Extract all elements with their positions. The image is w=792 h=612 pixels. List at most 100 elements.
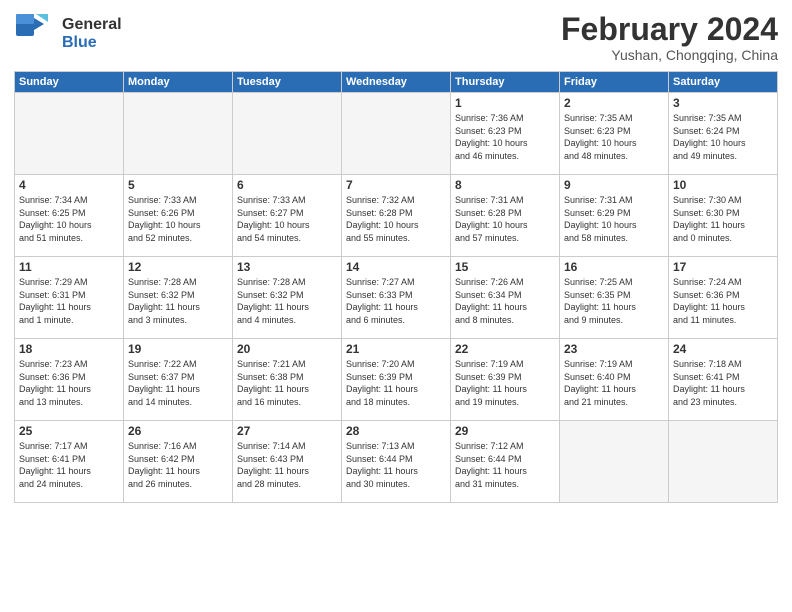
day-number: 28 bbox=[346, 424, 446, 438]
calendar-day-cell: 18 Sunrise: 7:23 AM Sunset: 6:36 PM Dayli… bbox=[15, 339, 124, 421]
calendar-day-cell: 28 Sunrise: 7:13 AM Sunset: 6:44 PM Dayli… bbox=[342, 421, 451, 503]
day-number: 13 bbox=[237, 260, 337, 274]
day-number: 14 bbox=[346, 260, 446, 274]
calendar-weekday-header: Monday bbox=[124, 72, 233, 93]
logo-flag-icon bbox=[14, 12, 58, 56]
day-info: Sunrise: 7:24 AM Sunset: 6:36 PM Dayligh… bbox=[673, 276, 773, 326]
day-info: Sunrise: 7:31 AM Sunset: 6:29 PM Dayligh… bbox=[564, 194, 664, 244]
day-info: Sunrise: 7:32 AM Sunset: 6:28 PM Dayligh… bbox=[346, 194, 446, 244]
day-number: 17 bbox=[673, 260, 773, 274]
day-number: 21 bbox=[346, 342, 446, 356]
day-number: 23 bbox=[564, 342, 664, 356]
calendar-day-cell: 4Sunrise: 7:34 AM Sunset: 6:25 PM Daylig… bbox=[15, 175, 124, 257]
calendar-weekday-header: Wednesday bbox=[342, 72, 451, 93]
calendar-day-cell: 6 Sunrise: 7:33 AM Sunset: 6:27 PM Daylig… bbox=[233, 175, 342, 257]
calendar-week-row: 4Sunrise: 7:34 AM Sunset: 6:25 PM Daylig… bbox=[15, 175, 778, 257]
day-info: Sunrise: 7:12 AM Sunset: 6:44 PM Dayligh… bbox=[455, 440, 555, 490]
page: General Blue February 2024 Yushan, Chong… bbox=[0, 0, 792, 612]
day-info: Sunrise: 7:28 AM Sunset: 6:32 PM Dayligh… bbox=[128, 276, 228, 326]
day-number: 1 bbox=[455, 96, 555, 110]
day-info: Sunrise: 7:23 AM Sunset: 6:36 PM Dayligh… bbox=[19, 358, 119, 408]
calendar-day-cell: 14 Sunrise: 7:27 AM Sunset: 6:33 PM Dayli… bbox=[342, 257, 451, 339]
calendar-day-cell: 17 Sunrise: 7:24 AM Sunset: 6:36 PM Dayli… bbox=[669, 257, 778, 339]
calendar-day-cell: 10 Sunrise: 7:30 AM Sunset: 6:30 PM Dayli… bbox=[669, 175, 778, 257]
day-number: 3 bbox=[673, 96, 773, 110]
calendar-weekday-header: Friday bbox=[560, 72, 669, 93]
day-number: 24 bbox=[673, 342, 773, 356]
calendar-header-row: SundayMondayTuesdayWednesdayThursdayFrid… bbox=[15, 72, 778, 93]
calendar-day-cell: 16Sunrise: 7:25 AM Sunset: 6:35 PM Dayli… bbox=[560, 257, 669, 339]
calendar-weekday-header: Sunday bbox=[15, 72, 124, 93]
calendar-day-cell: 9Sunrise: 7:31 AM Sunset: 6:29 PM Daylig… bbox=[560, 175, 669, 257]
logo-text: General Blue bbox=[62, 16, 122, 51]
day-info: Sunrise: 7:28 AM Sunset: 6:32 PM Dayligh… bbox=[237, 276, 337, 326]
day-number: 27 bbox=[237, 424, 337, 438]
calendar-weekday-header: Thursday bbox=[451, 72, 560, 93]
day-info: Sunrise: 7:35 AM Sunset: 6:23 PM Dayligh… bbox=[564, 112, 664, 162]
day-info: Sunrise: 7:35 AM Sunset: 6:24 PM Dayligh… bbox=[673, 112, 773, 162]
calendar-day-cell bbox=[15, 93, 124, 175]
calendar-day-cell: 1 Sunrise: 7:36 AM Sunset: 6:23 PM Daylig… bbox=[451, 93, 560, 175]
calendar-day-cell bbox=[342, 93, 451, 175]
day-info: Sunrise: 7:14 AM Sunset: 6:43 PM Dayligh… bbox=[237, 440, 337, 490]
calendar-day-cell: 15Sunrise: 7:26 AM Sunset: 6:34 PM Dayli… bbox=[451, 257, 560, 339]
calendar-day-cell bbox=[560, 421, 669, 503]
calendar-day-cell: 20 Sunrise: 7:21 AM Sunset: 6:38 PM Dayli… bbox=[233, 339, 342, 421]
day-number: 15 bbox=[455, 260, 555, 274]
day-info: Sunrise: 7:27 AM Sunset: 6:33 PM Dayligh… bbox=[346, 276, 446, 326]
day-info: Sunrise: 7:33 AM Sunset: 6:26 PM Dayligh… bbox=[128, 194, 228, 244]
day-number: 20 bbox=[237, 342, 337, 356]
calendar-day-cell: 11 Sunrise: 7:29 AM Sunset: 6:31 PM Dayli… bbox=[15, 257, 124, 339]
calendar-day-cell: 26 Sunrise: 7:16 AM Sunset: 6:42 PM Dayli… bbox=[124, 421, 233, 503]
day-number: 29 bbox=[455, 424, 555, 438]
calendar-day-cell: 7 Sunrise: 7:32 AM Sunset: 6:28 PM Daylig… bbox=[342, 175, 451, 257]
calendar-table: SundayMondayTuesdayWednesdayThursdayFrid… bbox=[14, 71, 778, 503]
title-location: Yushan, Chongqing, China bbox=[561, 47, 778, 63]
day-info: Sunrise: 7:36 AM Sunset: 6:23 PM Dayligh… bbox=[455, 112, 555, 162]
day-number: 11 bbox=[19, 260, 119, 274]
calendar-day-cell: 25Sunrise: 7:17 AM Sunset: 6:41 PM Dayli… bbox=[15, 421, 124, 503]
day-info: Sunrise: 7:20 AM Sunset: 6:39 PM Dayligh… bbox=[346, 358, 446, 408]
day-info: Sunrise: 7:29 AM Sunset: 6:31 PM Dayligh… bbox=[19, 276, 119, 326]
day-number: 2 bbox=[564, 96, 664, 110]
day-number: 12 bbox=[128, 260, 228, 274]
day-info: Sunrise: 7:13 AM Sunset: 6:44 PM Dayligh… bbox=[346, 440, 446, 490]
calendar-day-cell: 13 Sunrise: 7:28 AM Sunset: 6:32 PM Dayli… bbox=[233, 257, 342, 339]
day-number: 4 bbox=[19, 178, 119, 192]
calendar-weekday-header: Tuesday bbox=[233, 72, 342, 93]
day-info: Sunrise: 7:25 AM Sunset: 6:35 PM Dayligh… bbox=[564, 276, 664, 326]
calendar-day-cell: 3 Sunrise: 7:35 AM Sunset: 6:24 PM Daylig… bbox=[669, 93, 778, 175]
calendar-day-cell: 19 Sunrise: 7:22 AM Sunset: 6:37 PM Dayli… bbox=[124, 339, 233, 421]
day-number: 10 bbox=[673, 178, 773, 192]
calendar-day-cell: 23 Sunrise: 7:19 AM Sunset: 6:40 PM Dayli… bbox=[560, 339, 669, 421]
day-number: 22 bbox=[455, 342, 555, 356]
title-month-year: February 2024 bbox=[561, 12, 778, 47]
calendar-day-cell: 27 Sunrise: 7:14 AM Sunset: 6:43 PM Dayli… bbox=[233, 421, 342, 503]
calendar-day-cell bbox=[233, 93, 342, 175]
calendar-week-row: 25Sunrise: 7:17 AM Sunset: 6:41 PM Dayli… bbox=[15, 421, 778, 503]
calendar-day-cell bbox=[124, 93, 233, 175]
day-info: Sunrise: 7:21 AM Sunset: 6:38 PM Dayligh… bbox=[237, 358, 337, 408]
day-number: 26 bbox=[128, 424, 228, 438]
day-number: 18 bbox=[19, 342, 119, 356]
day-number: 25 bbox=[19, 424, 119, 438]
day-info: Sunrise: 7:30 AM Sunset: 6:30 PM Dayligh… bbox=[673, 194, 773, 244]
day-info: Sunrise: 7:31 AM Sunset: 6:28 PM Dayligh… bbox=[455, 194, 555, 244]
title-block: February 2024 Yushan, Chongqing, China bbox=[561, 12, 778, 63]
day-info: Sunrise: 7:22 AM Sunset: 6:37 PM Dayligh… bbox=[128, 358, 228, 408]
calendar-day-cell bbox=[669, 421, 778, 503]
day-number: 6 bbox=[237, 178, 337, 192]
calendar-day-cell: 21 Sunrise: 7:20 AM Sunset: 6:39 PM Dayli… bbox=[342, 339, 451, 421]
day-info: Sunrise: 7:19 AM Sunset: 6:40 PM Dayligh… bbox=[564, 358, 664, 408]
logo: General Blue bbox=[14, 12, 122, 56]
day-number: 19 bbox=[128, 342, 228, 356]
day-number: 8 bbox=[455, 178, 555, 192]
calendar-week-row: 1 Sunrise: 7:36 AM Sunset: 6:23 PM Daylig… bbox=[15, 93, 778, 175]
calendar-weekday-header: Saturday bbox=[669, 72, 778, 93]
day-number: 7 bbox=[346, 178, 446, 192]
day-info: Sunrise: 7:33 AM Sunset: 6:27 PM Dayligh… bbox=[237, 194, 337, 244]
calendar-week-row: 18 Sunrise: 7:23 AM Sunset: 6:36 PM Dayli… bbox=[15, 339, 778, 421]
day-info: Sunrise: 7:16 AM Sunset: 6:42 PM Dayligh… bbox=[128, 440, 228, 490]
header: General Blue February 2024 Yushan, Chong… bbox=[14, 12, 778, 63]
calendar-day-cell: 2 Sunrise: 7:35 AM Sunset: 6:23 PM Daylig… bbox=[560, 93, 669, 175]
